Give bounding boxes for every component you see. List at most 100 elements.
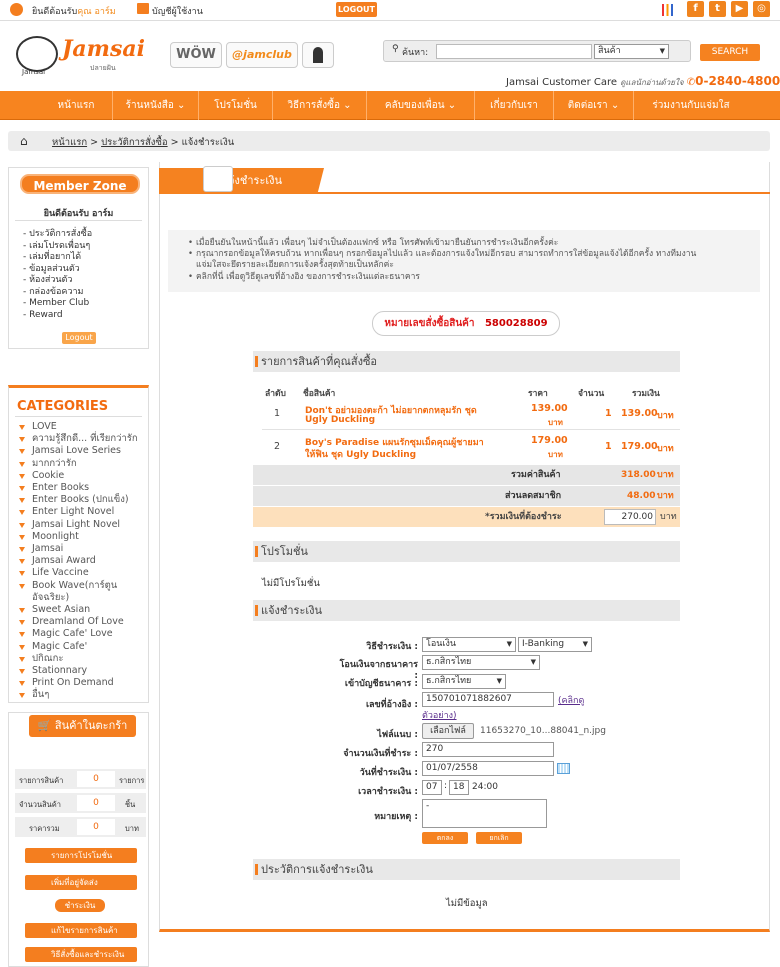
amount-input[interactable]: 270: [422, 742, 554, 757]
cart-row-unit: ชิ้น: [125, 800, 136, 809]
category-item[interactable]: มากกว่ารัก: [19, 458, 138, 470]
category-item[interactable]: Life Vaccine: [19, 567, 138, 579]
cancel-button[interactable]: ยกเลิก: [476, 832, 522, 844]
payment-method-select[interactable]: โอนเงิน: [422, 637, 516, 652]
breadcrumb-history-link[interactable]: ประวัติการสั่งซื้อ: [101, 137, 168, 148]
nav-friends-club[interactable]: คลับของเพื่อน ⌄: [367, 91, 475, 120]
item-sum: 179.00: [621, 441, 658, 452]
logout-top-button[interactable]: LOGOUT: [336, 2, 377, 17]
member-link-friends-favorites[interactable]: เล่มโปรดเพื่อนๆ: [23, 241, 92, 253]
cart-row-value: 0: [77, 795, 115, 811]
nav-about[interactable]: เกี่ยวกับเรา: [475, 91, 554, 120]
nav-bookstore[interactable]: ร้านหนังสือ ⌄: [113, 91, 199, 120]
category-item[interactable]: Enter Books (ปกแข็ง): [19, 494, 138, 506]
nav-how-to-order[interactable]: วิธีการสั่งซื้อ ⌄: [273, 91, 367, 120]
nav-promotion[interactable]: โปรโมชั่น: [199, 91, 273, 120]
history-section-header: ประวัติการแจ้งชำระเงิน: [253, 859, 680, 880]
phone-number[interactable]: 0-2840-4800: [695, 74, 780, 88]
search-input[interactable]: [436, 44, 592, 59]
choose-file-button[interactable]: เลือกไฟล์: [422, 723, 474, 739]
home-icon[interactable]: ⌂: [20, 134, 28, 148]
category-item[interactable]: Jamsai Light Novel: [19, 519, 138, 531]
account-link[interactable]: บัญชีผู้ใช้งาน: [152, 4, 203, 18]
shrine-icon: [313, 47, 323, 63]
cart-row-label: รายการสินค้า: [19, 776, 64, 785]
category-item[interactable]: Jamsai: [19, 543, 138, 555]
member-link-room[interactable]: ห้องส่วนตัว: [23, 275, 92, 287]
item-name-link-2[interactable]: Ugly Duckling: [305, 415, 375, 425]
category-item[interactable]: ความรู้สึกดี... ที่เรียกว่ารัก: [19, 433, 138, 445]
breadcrumb-sep: >: [167, 137, 182, 148]
submit-button[interactable]: ตกลง: [422, 832, 468, 844]
category-item[interactable]: Jamsai Love Series: [19, 445, 138, 457]
member-link-history[interactable]: ประวัติการสั่งซื้อ: [23, 229, 92, 241]
category-item[interactable]: Book Wave(การ์ตูน: [19, 580, 138, 592]
category-item[interactable]: Print On Demand: [19, 677, 138, 689]
ref-example-link[interactable]: (คลิกดู: [558, 693, 584, 707]
category-item[interactable]: Jamsai Award: [19, 555, 138, 567]
member-link-profile[interactable]: ข้อมูลส่วนตัว: [23, 264, 92, 276]
logo[interactable]: Jamsai ปลายฝัน Jamsai: [12, 30, 152, 78]
instagram-icon[interactable]: ◎: [753, 1, 770, 17]
category-item[interactable]: Enter Light Novel: [19, 506, 138, 518]
info-notice: เมื่อยืนยันในหน้านี้แล้ว เพื่อนๆ ไม่จำเป…: [168, 230, 760, 292]
member-zone-title: Member Zone: [20, 174, 140, 194]
to-bank-select[interactable]: ธ.กสิกรไทย: [422, 674, 506, 689]
top-bar: ยินดีต้อนรับคุณ อาร์ม บัญชีผู้ใช้งาน LOG…: [0, 0, 780, 21]
method-label: วิธีชำระเงิน :: [366, 642, 418, 652]
search-button[interactable]: SEARCH: [700, 44, 760, 61]
search-category-select[interactable]: สินค้า: [594, 44, 669, 59]
facebook-icon[interactable]: f: [687, 1, 704, 17]
calendar-icon[interactable]: [557, 763, 570, 774]
category-item[interactable]: อื่นๆ: [19, 689, 138, 701]
member-link-wishlist[interactable]: เล่มที่อยากได้: [23, 252, 92, 264]
nav-home[interactable]: หน้าแรก: [40, 91, 113, 120]
nav-careers[interactable]: ร่วมงานกับแจ่มใส: [634, 91, 748, 120]
category-item[interactable]: ปกิณกะ: [19, 653, 138, 665]
youtube-icon[interactable]: ▶: [731, 1, 748, 17]
add-address-button[interactable]: เพิ่มที่อยู่จัดส่ง: [25, 875, 137, 890]
member-link-inbox[interactable]: กล่องข้อความ: [23, 287, 92, 299]
username-link[interactable]: คุณ อาร์ม: [77, 7, 115, 17]
pay-button[interactable]: ชำระเงิน: [55, 899, 105, 912]
ref-example-link-2[interactable]: ตัวอย่าง): [422, 708, 457, 722]
page-title: แจ้งชำระเงิน: [159, 168, 324, 194]
search-label: ค้นหา:: [402, 48, 429, 58]
category-item[interactable]: Enter Books: [19, 482, 138, 494]
category-item-cont[interactable]: อัจฉริยะ): [19, 592, 138, 604]
from-bank-select[interactable]: ธ.กสิกรไทย: [422, 655, 540, 670]
category-item[interactable]: LOVE: [19, 421, 138, 433]
partner-shrine-logo[interactable]: [302, 42, 334, 68]
ref-input[interactable]: 150701071882607: [422, 692, 554, 707]
category-item[interactable]: Sweet Asian: [19, 604, 138, 616]
twitter-icon[interactable]: t: [709, 1, 726, 17]
member-link-reward[interactable]: Reward: [23, 310, 92, 322]
category-item[interactable]: Dreamland Of Love: [19, 616, 138, 628]
note-textarea[interactable]: -: [422, 799, 547, 828]
order-number-badge: หมายเลขสั่งซื้อสินค้า 580028809: [372, 311, 560, 336]
category-item[interactable]: Magic Cafe': [19, 641, 138, 653]
member-link-club[interactable]: Member Club: [23, 298, 92, 310]
payment-channel-select[interactable]: I-Banking: [518, 637, 592, 652]
wow-logo[interactable]: WÖW: [170, 42, 222, 68]
category-item[interactable]: Cookie: [19, 470, 138, 482]
subtotal-unit: บาท: [657, 470, 674, 480]
time-hour-input[interactable]: 07: [422, 780, 442, 795]
category-item[interactable]: Moonlight: [19, 531, 138, 543]
edit-cart-button[interactable]: แก้ไขรายการสินค้า: [25, 923, 137, 938]
file-name: 11653270_10...88041_n.jpg: [480, 726, 606, 736]
payment-icon: [203, 166, 233, 192]
how-to-order-button[interactable]: วิธีสั่งซื้อและชำระเงิน: [25, 947, 137, 962]
time-minute-input[interactable]: 18: [449, 780, 469, 795]
user-avatar-icon: [10, 3, 23, 16]
nav-contact[interactable]: ติดต่อเรา ⌄: [554, 91, 634, 120]
item-name-link-2[interactable]: ให้ฟิน ชุด Ugly Duckling: [305, 447, 416, 461]
jamclub-logo[interactable]: @jamclub: [226, 42, 298, 68]
promo-list-button[interactable]: รายการโปรโมชั่น: [25, 848, 137, 863]
category-item[interactable]: Magic Cafe' Love: [19, 628, 138, 640]
date-input[interactable]: 01/07/2558: [422, 761, 554, 776]
member-logout-button[interactable]: Logout: [62, 332, 96, 344]
category-item[interactable]: Stationnary: [19, 665, 138, 677]
info-bank-ref-link[interactable]: คลิกที่นี่ เพื่อดูวิธีดูเลขที่อ้างอิง ขอ…: [188, 272, 760, 283]
breadcrumb-home-link[interactable]: หน้าแรก: [52, 137, 87, 148]
